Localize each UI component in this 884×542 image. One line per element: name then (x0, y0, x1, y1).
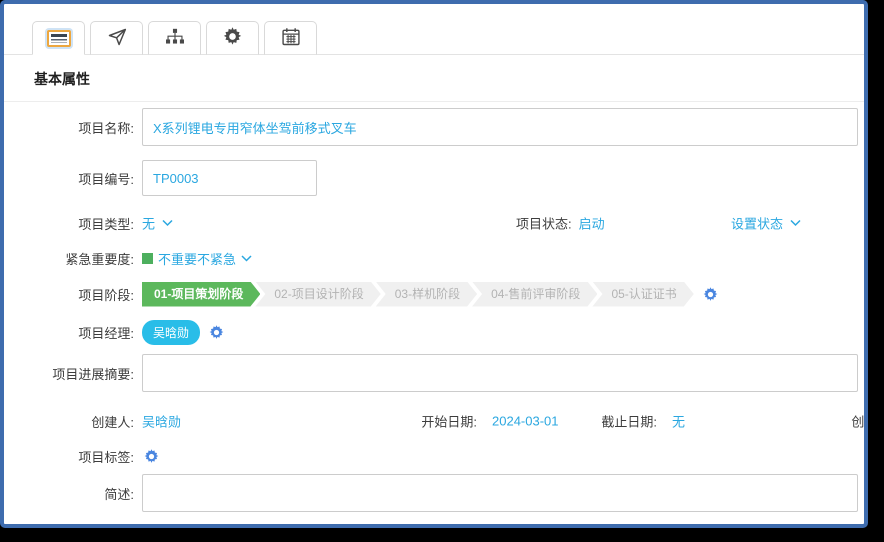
tab-send[interactable] (90, 21, 143, 55)
tab-bar (4, 4, 864, 55)
stage-chip[interactable]: 03-样机阶段 (376, 282, 477, 307)
tab-calendar[interactable] (264, 21, 317, 55)
tags-settings-button[interactable] (144, 449, 159, 464)
set-status-button[interactable]: 设置状态 (731, 214, 801, 233)
stage-chip[interactable]: 05-认证证书 (592, 282, 693, 307)
stage-chip[interactable]: 04-售前评审阶段 (472, 282, 597, 307)
project-name-input[interactable] (142, 108, 858, 146)
progress-summary-input[interactable] (142, 354, 858, 392)
project-name-label: 项目名称: (4, 118, 142, 137)
project-code-input[interactable] (142, 160, 317, 196)
gear-icon (144, 449, 159, 464)
urgency-select[interactable]: 不重要不紧急 (142, 249, 252, 268)
created-date-group: 创建日期: 2024-03-01 (777, 412, 868, 431)
created-date-label: 创建日期: (777, 412, 868, 431)
manager-settings-button[interactable] (209, 325, 224, 340)
tab-details[interactable] (32, 21, 85, 55)
section-divider (4, 101, 864, 102)
chevron-down-icon (790, 220, 801, 227)
progress-summary-label: 项目进展摘要: (4, 364, 142, 383)
project-status-group: 项目状态: 启动 (516, 214, 605, 233)
tab-settings[interactable] (206, 21, 259, 55)
project-type-select[interactable]: 无 (142, 214, 173, 233)
manager-badge[interactable]: 吴晗勋 (142, 320, 200, 345)
app-window: 基本属性 项目名称: 项目编号: 项目类型: 无 项目状态: 启动 (0, 0, 868, 528)
creator-label: 创建人: (4, 412, 142, 431)
paper-plane-icon (107, 27, 127, 50)
urgency-label: 紧急重要度: (4, 249, 142, 268)
project-status-value: 启动 (579, 214, 605, 233)
due-date-value: 无 (672, 412, 685, 431)
chevron-down-icon (162, 220, 173, 227)
stage-chip[interactable]: 02-项目设计阶段 (255, 282, 380, 307)
project-status-label: 项目状态: (516, 214, 572, 233)
due-date-label: 截止日期: (527, 412, 657, 431)
project-type-label: 项目类型: (4, 214, 142, 233)
due-date-group: 截止日期: 无 (527, 412, 685, 431)
page-title: 基本属性 (34, 69, 864, 89)
project-manager-label: 项目经理: (4, 323, 142, 342)
stage-settings-button[interactable] (703, 287, 718, 302)
stage-chip[interactable]: 01-项目策划阶段 (142, 282, 260, 307)
urgency-marker-icon (142, 253, 153, 264)
gear-icon (223, 27, 242, 49)
sitemap-icon (165, 28, 185, 49)
project-code-label: 项目编号: (4, 169, 142, 188)
project-tags-label: 项目标签: (4, 447, 142, 466)
start-date-label: 开始日期: (347, 412, 477, 431)
basic-properties-form: 项目名称: 项目编号: 项目类型: 无 项目状态: 启动 设置状态 (4, 108, 864, 512)
gear-icon (703, 287, 718, 302)
calendar-icon (281, 27, 301, 50)
chevron-down-icon (241, 255, 252, 262)
stage-track: 01-项目策划阶段 02-项目设计阶段 03-样机阶段 04-售前评审阶段 05… (142, 282, 718, 307)
brief-input[interactable] (142, 474, 858, 512)
tab-hierarchy[interactable] (148, 21, 201, 55)
project-stage-label: 项目阶段: (4, 285, 142, 304)
gear-icon (209, 325, 224, 340)
brief-label: 简述: (4, 484, 142, 503)
creator-value: 吴晗勋 (142, 412, 181, 431)
form-list-icon (47, 30, 71, 47)
